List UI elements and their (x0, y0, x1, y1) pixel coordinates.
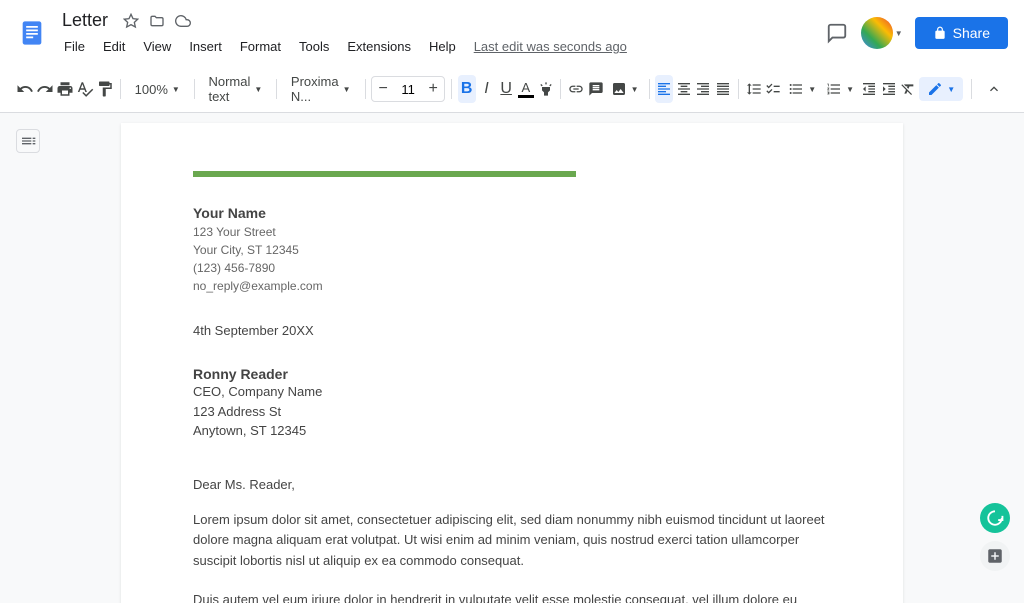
page[interactable]: Your Name 123 Your Street Your City, ST … (121, 123, 903, 603)
document-area[interactable]: Your Name 123 Your Street Your City, ST … (0, 113, 1024, 603)
increase-font-button[interactable]: + (422, 77, 444, 101)
star-icon[interactable] (122, 12, 140, 30)
side-buttons (980, 503, 1010, 571)
font-size-input[interactable] (394, 82, 422, 97)
bullet-list-button[interactable]: ▼ (784, 77, 820, 101)
sender-street[interactable]: 123 Your Street (193, 223, 831, 241)
menu-edit[interactable]: Edit (95, 35, 133, 58)
comment-history-icon[interactable] (825, 21, 849, 45)
align-center-button[interactable] (675, 75, 693, 103)
undo-icon[interactable] (16, 75, 34, 103)
menu-tools[interactable]: Tools (291, 35, 337, 58)
sender-city[interactable]: Your City, ST 12345 (193, 241, 831, 259)
date-line[interactable]: 4th September 20XX (193, 323, 831, 338)
align-left-button[interactable] (655, 75, 673, 103)
text-color-button[interactable]: A (517, 75, 535, 103)
menu-file[interactable]: File (56, 35, 93, 58)
align-right-button[interactable] (695, 75, 713, 103)
share-button[interactable]: Share (915, 17, 1008, 49)
move-icon[interactable] (148, 12, 166, 30)
recipient-city[interactable]: Anytown, ST 12345 (193, 421, 831, 441)
avatar-icon (861, 17, 893, 49)
menu-format[interactable]: Format (232, 35, 289, 58)
insert-link-button[interactable] (567, 75, 585, 103)
body-paragraph[interactable]: Lorem ipsum dolor sit amet, consectetuer… (193, 510, 831, 572)
separator (120, 79, 121, 99)
font-dropdown[interactable]: Proxima N...▼ (283, 70, 359, 108)
underline-button[interactable]: U (497, 75, 515, 103)
insert-image-button[interactable]: ▼ (607, 77, 643, 101)
header: Letter File Edit View Insert Format Tool… (0, 0, 1024, 66)
toolbar: 100%▼ Normal text▼ Proxima N...▼ − + B I… (0, 66, 1024, 113)
outline-button[interactable] (16, 129, 40, 153)
checklist-button[interactable] (764, 75, 782, 103)
font-size-group: − + (371, 76, 445, 102)
sender-phone[interactable]: (123) 456-7890 (193, 259, 831, 277)
redo-icon[interactable] (36, 75, 54, 103)
docs-logo-icon[interactable] (16, 17, 48, 49)
chevron-down-icon: ▼ (895, 29, 903, 38)
title-row: Letter (56, 8, 817, 33)
line-spacing-button[interactable] (745, 75, 763, 103)
highlight-button[interactable] (537, 75, 555, 103)
separator (276, 79, 277, 99)
body-paragraph[interactable]: Duis autem vel eum iriure dolor in hendr… (193, 590, 831, 603)
account-switcher[interactable]: ▼ (861, 17, 903, 49)
menu-view[interactable]: View (135, 35, 179, 58)
spellcheck-icon[interactable] (76, 75, 94, 103)
separator (738, 79, 739, 99)
recipient-title[interactable]: CEO, Company Name (193, 382, 831, 402)
doc-title[interactable]: Letter (56, 8, 114, 33)
toolbar-end: ▼ (919, 75, 1008, 103)
collapse-toolbar-button[interactable] (980, 75, 1008, 103)
separator (365, 79, 366, 99)
cloud-icon[interactable] (174, 12, 192, 30)
sender-email[interactable]: no_reply@example.com (193, 277, 831, 295)
zoom-dropdown[interactable]: 100%▼ (127, 78, 188, 101)
header-right: ▼ Share (825, 17, 1008, 49)
separator (451, 79, 452, 99)
italic-button[interactable]: I (478, 75, 496, 103)
header-accent-bar (193, 171, 576, 177)
salutation[interactable]: Dear Ms. Reader, (193, 477, 831, 492)
decrease-indent-button[interactable] (860, 75, 878, 103)
last-edit-link[interactable]: Last edit was seconds ago (474, 39, 627, 54)
explore-button[interactable] (980, 541, 1010, 571)
lock-icon (933, 26, 947, 40)
numbered-list-button[interactable]: ▼ (822, 77, 858, 101)
clear-format-button[interactable] (900, 75, 918, 103)
editing-mode-button[interactable]: ▼ (919, 77, 963, 101)
style-dropdown[interactable]: Normal text▼ (200, 70, 270, 108)
grammarly-icon[interactable] (980, 503, 1010, 533)
share-label: Share (953, 25, 990, 41)
menu-bar: File Edit View Insert Format Tools Exten… (56, 35, 817, 58)
increase-indent-button[interactable] (880, 75, 898, 103)
title-area: Letter File Edit View Insert Format Tool… (56, 8, 817, 58)
separator (560, 79, 561, 99)
menu-insert[interactable]: Insert (181, 35, 230, 58)
decrease-font-button[interactable]: − (372, 77, 394, 101)
menu-extensions[interactable]: Extensions (339, 35, 419, 58)
separator (194, 79, 195, 99)
insert-comment-button[interactable] (587, 75, 605, 103)
separator (971, 79, 972, 99)
bold-button[interactable]: B (458, 75, 476, 103)
print-icon[interactable] (56, 75, 74, 103)
recipient-street[interactable]: 123 Address St (193, 402, 831, 422)
menu-help[interactable]: Help (421, 35, 464, 58)
recipient-name[interactable]: Ronny Reader (193, 366, 831, 382)
separator (649, 79, 650, 99)
sender-name[interactable]: Your Name (193, 205, 831, 221)
paint-format-icon[interactable] (96, 75, 114, 103)
align-justify-button[interactable] (714, 75, 732, 103)
